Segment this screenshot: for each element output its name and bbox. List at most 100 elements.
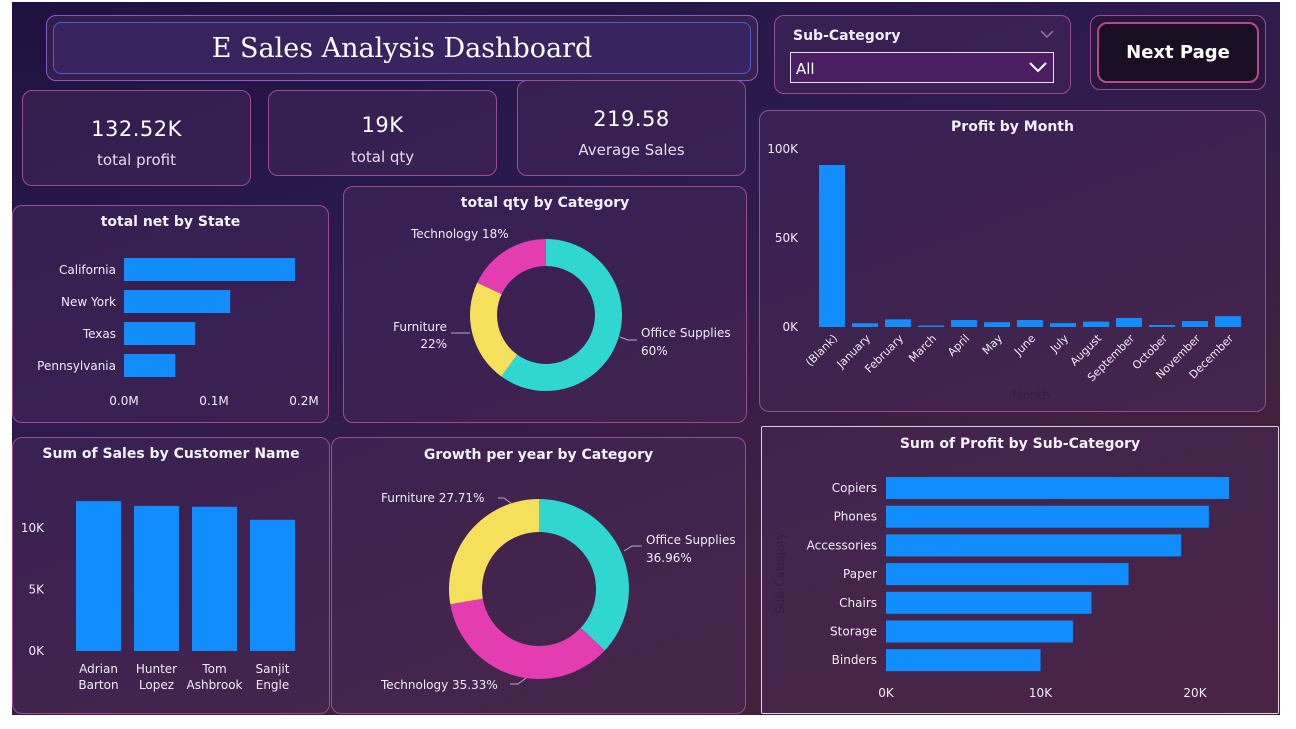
month-bar xyxy=(1215,316,1241,327)
customer-chart-card: Sum of Sales by Customer Name Adrian Bart… xyxy=(12,437,330,714)
month-bar xyxy=(918,325,944,327)
month-tick-label: 100K xyxy=(767,142,799,156)
state-chart-card: total net by State California New York Tex… xyxy=(12,205,329,423)
state-bar-chart: California New York Texas Pennsylvania 0.0M 0… xyxy=(37,258,319,408)
subcategory-chart-card: Sum of Profit by Sub-Category Copiers Pho… xyxy=(761,426,1279,714)
kpi-label: Average Sales xyxy=(578,141,685,159)
month-axis-title: Month xyxy=(1012,388,1050,402)
subcategory-axis-title: Sub-Category xyxy=(773,532,787,614)
customer-bar xyxy=(192,506,237,651)
month-bar xyxy=(1182,321,1208,327)
customer-label: Tom xyxy=(201,662,226,676)
page-title: E Sales Analysis Dashboard xyxy=(211,33,593,64)
dashboard-canvas: E Sales Analysis Dashboard Sub-Category … xyxy=(12,2,1280,715)
subcategory-bar xyxy=(886,649,1041,672)
month-bar xyxy=(852,323,878,327)
growth-donut-chart: Furniture 27.71% Office Supplies 36.96% Tec… xyxy=(380,491,736,692)
month-label: March xyxy=(906,332,939,365)
subcategory-label: Copiers xyxy=(832,481,877,495)
kpi-total-profit: 132.52K total profit xyxy=(22,90,251,186)
month-tick-label: 0K xyxy=(782,320,799,334)
chevron-down-icon xyxy=(1029,62,1047,73)
subcategory-bar xyxy=(886,477,1229,499)
month-label: (Blank) xyxy=(803,332,840,369)
subcategory-label: Paper xyxy=(843,567,877,581)
month-bar xyxy=(819,165,845,327)
state-label: Pennsylvania xyxy=(37,359,116,373)
title-card: E Sales Analysis Dashboard xyxy=(46,15,758,81)
month-bar-chart: (Blank)JanuaryFebruary March April May June J… xyxy=(767,142,1241,402)
month-label: May xyxy=(980,332,1006,358)
subcategory-bar xyxy=(886,591,1092,614)
donut-leader-line xyxy=(498,497,513,505)
next-page-card: Next Page xyxy=(1090,15,1266,90)
subcategory-bar xyxy=(886,505,1209,528)
growth-donut-slice xyxy=(539,499,629,651)
kpi-value: 19K xyxy=(361,113,404,137)
kpi-value: 132.52K xyxy=(91,117,182,141)
subcategory-label: Binders xyxy=(832,653,877,667)
title-frame: E Sales Analysis Dashboard xyxy=(53,22,751,74)
customer-label: Sanjit xyxy=(256,662,290,676)
state-tick-label: 0.2M xyxy=(289,394,318,408)
subcategory-label: Phones xyxy=(834,510,877,524)
donut-label: Technology 18% xyxy=(410,227,509,241)
donut-leader-line xyxy=(619,336,637,341)
donut-leader-line xyxy=(510,677,527,685)
slicer-dropdown[interactable]: All xyxy=(790,52,1054,83)
subcategory-tick-label: 0K xyxy=(878,686,895,700)
subcategory-slicer: Sub-Category All xyxy=(774,15,1071,94)
donut-leader-line xyxy=(623,545,642,552)
kpi-average-sales: 219.58 Average Sales xyxy=(517,80,746,176)
qty-donut-chart: Technology 18% Furniture 22% Office Supplie… xyxy=(393,227,731,391)
subcategory-bar xyxy=(886,563,1129,586)
state-bar xyxy=(124,354,176,377)
state-bar xyxy=(124,290,231,313)
next-page-button[interactable]: Next Page xyxy=(1097,22,1259,83)
state-tick-label: 0.1M xyxy=(199,394,228,408)
customer-bar xyxy=(250,519,295,651)
month-label: June xyxy=(1011,332,1038,359)
subcategory-label: Chairs xyxy=(839,596,877,610)
subcategory-label: Storage xyxy=(830,625,877,639)
month-bar xyxy=(951,320,977,327)
subcategory-bar xyxy=(886,620,1073,643)
month-tick-label: 50K xyxy=(775,231,799,245)
state-label: New York xyxy=(61,295,116,309)
customer-bar-chart: Adrian Barton Hunter Lopez Tom Ashbrook Sanjit… xyxy=(21,501,295,692)
donut-label: 36.96% xyxy=(646,551,692,565)
month-label: April xyxy=(945,332,972,359)
slicer-value: All xyxy=(796,60,815,78)
customer-label: Lopez xyxy=(139,678,174,692)
month-bar xyxy=(1050,323,1076,327)
slicer-label: Sub-Category xyxy=(793,28,901,44)
month-bar xyxy=(1116,317,1142,327)
donut-label: 60% xyxy=(641,344,668,358)
month-label: July xyxy=(1047,332,1071,356)
growth-category-card: Growth per year by Category Furniture 27… xyxy=(331,437,746,714)
kpi-total-qty: 19K total qty xyxy=(268,90,497,176)
subcategory-bar-chart: Copiers Phones Accessories Paper Chairs Stora… xyxy=(773,477,1229,700)
month-chart-card: Profit by Month (Blank) January February Ma… xyxy=(759,110,1266,412)
growth-donut-slice xyxy=(450,598,605,679)
donut-label: Technology 35.33% xyxy=(380,678,498,692)
slicer-collapse-icon[interactable] xyxy=(1040,30,1054,38)
customer-tick-label: 10K xyxy=(21,521,45,535)
customer-bar xyxy=(76,501,121,651)
qty-donut-slice xyxy=(470,282,518,377)
donut-label: Furniture xyxy=(393,320,447,334)
kpi-value: 219.58 xyxy=(593,107,670,131)
month-bar xyxy=(1083,321,1109,327)
subcategory-label: Accessories xyxy=(807,538,877,552)
state-bar xyxy=(124,322,196,345)
qty-donut-slice xyxy=(477,239,546,295)
customer-tick-label: 0K xyxy=(28,644,45,658)
customer-label: Engle xyxy=(256,678,290,692)
donut-label: Furniture 27.71% xyxy=(381,491,484,505)
donut-label: Office Supplies xyxy=(646,533,736,547)
subcategory-tick-label: 20K xyxy=(1183,686,1207,700)
qty-category-card: total qty by Category Technology 18% Furn… xyxy=(343,186,747,423)
month-bar xyxy=(1149,325,1175,327)
subcategory-bar xyxy=(886,534,1182,557)
customer-tick-label: 5K xyxy=(28,582,45,596)
